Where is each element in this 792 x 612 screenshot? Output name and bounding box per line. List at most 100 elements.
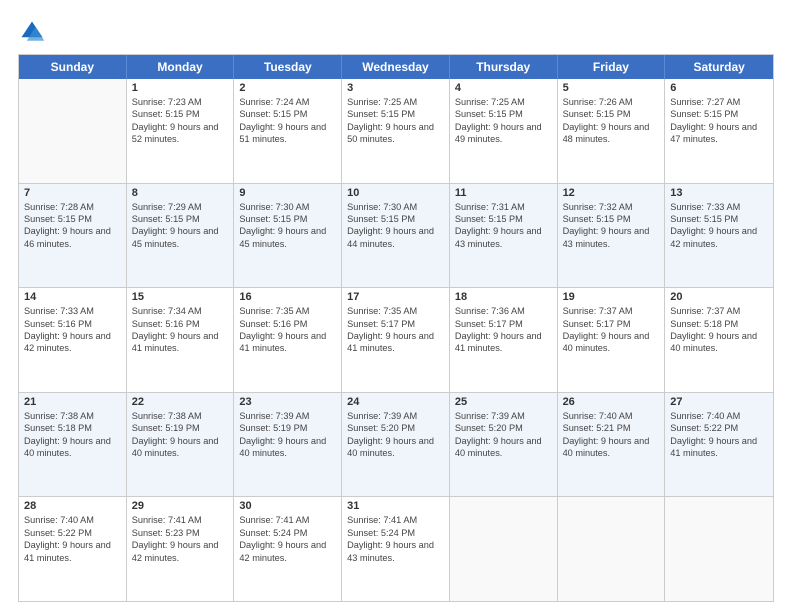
day-number: 4: [455, 82, 552, 94]
calendar-cell-r3c4: 25Sunrise: 7:39 AMSunset: 5:20 PMDayligh…: [450, 393, 558, 497]
day-number: 28: [24, 500, 121, 512]
day-number: 1: [132, 82, 229, 94]
sunset-text: Sunset: 5:15 PM: [670, 108, 768, 120]
sunrise-text: Sunrise: 7:25 AM: [347, 96, 444, 108]
sunrise-text: Sunrise: 7:39 AM: [239, 410, 336, 422]
sunset-text: Sunset: 5:15 PM: [455, 108, 552, 120]
calendar-cell-r3c0: 21Sunrise: 7:38 AMSunset: 5:18 PMDayligh…: [19, 393, 127, 497]
daylight-text: Daylight: 9 hours and 40 minutes.: [455, 435, 552, 460]
sunrise-text: Sunrise: 7:25 AM: [455, 96, 552, 108]
daylight-text: Daylight: 9 hours and 40 minutes.: [132, 435, 229, 460]
sunset-text: Sunset: 5:17 PM: [347, 318, 444, 330]
sunset-text: Sunset: 5:23 PM: [132, 527, 229, 539]
calendar-cell-r3c5: 26Sunrise: 7:40 AMSunset: 5:21 PMDayligh…: [558, 393, 666, 497]
sunrise-text: Sunrise: 7:37 AM: [670, 305, 768, 317]
sunrise-text: Sunrise: 7:33 AM: [670, 201, 768, 213]
daylight-text: Daylight: 9 hours and 42 minutes.: [24, 330, 121, 355]
daylight-text: Daylight: 9 hours and 41 minutes.: [455, 330, 552, 355]
daylight-text: Daylight: 9 hours and 43 minutes.: [455, 225, 552, 250]
sunset-text: Sunset: 5:15 PM: [24, 213, 121, 225]
calendar-cell-r1c5: 12Sunrise: 7:32 AMSunset: 5:15 PMDayligh…: [558, 184, 666, 288]
sunrise-text: Sunrise: 7:34 AM: [132, 305, 229, 317]
day-number: 2: [239, 82, 336, 94]
sunrise-text: Sunrise: 7:26 AM: [563, 96, 660, 108]
day-number: 7: [24, 187, 121, 199]
day-number: 18: [455, 291, 552, 303]
daylight-text: Daylight: 9 hours and 40 minutes.: [563, 330, 660, 355]
sunset-text: Sunset: 5:18 PM: [670, 318, 768, 330]
sunrise-text: Sunrise: 7:33 AM: [24, 305, 121, 317]
day-number: 8: [132, 187, 229, 199]
sunset-text: Sunset: 5:15 PM: [239, 108, 336, 120]
sunset-text: Sunset: 5:24 PM: [347, 527, 444, 539]
calendar-cell-r3c1: 22Sunrise: 7:38 AMSunset: 5:19 PMDayligh…: [127, 393, 235, 497]
calendar-cell-r2c0: 14 Sunrise: 7:33 AMSunset: 5:16 PMDayligh…: [19, 288, 127, 392]
calendar-cell-r4c4: [450, 497, 558, 601]
daylight-text: Daylight: 9 hours and 40 minutes.: [670, 330, 768, 355]
calendar-cell-r0c0: [19, 79, 127, 183]
daylight-text: Daylight: 9 hours and 40 minutes.: [24, 435, 121, 460]
calendar-cell-r4c3: 31 Sunrise: 7:41 AMSunset: 5:24 PMDayligh…: [342, 497, 450, 601]
calendar-cell-r4c1: 29Sunrise: 7:41 AMSunset: 5:23 PMDayligh…: [127, 497, 235, 601]
daylight-text: Daylight: 9 hours and 48 minutes.: [563, 121, 660, 146]
sunrise-text: Sunrise: 7:36 AM: [455, 305, 552, 317]
calendar-cell-r0c2: 2Sunrise: 7:24 AMSunset: 5:15 PMDaylight…: [234, 79, 342, 183]
daylight-text: Daylight: 9 hours and 44 minutes.: [347, 225, 444, 250]
calendar-cell-r4c2: 30Sunrise: 7:41 AMSunset: 5:24 PMDayligh…: [234, 497, 342, 601]
daylight-text: Daylight: 9 hours and 49 minutes.: [455, 121, 552, 146]
daylight-text: Daylight: 9 hours and 41 minutes.: [670, 435, 768, 460]
sunset-text: Sunset: 5:16 PM: [24, 318, 121, 330]
calendar-row-0: 1Sunrise: 7:23 AMSunset: 5:15 PMDaylight…: [19, 79, 773, 183]
sunset-text: Sunset: 5:20 PM: [347, 422, 444, 434]
calendar-cell-r2c5: 19Sunrise: 7:37 AMSunset: 5:17 PMDayligh…: [558, 288, 666, 392]
day-number: 14: [24, 291, 121, 303]
day-number: 29: [132, 500, 229, 512]
sunrise-text: Sunrise: 7:30 AM: [239, 201, 336, 213]
calendar-cell-r2c3: 17Sunrise: 7:35 AMSunset: 5:17 PMDayligh…: [342, 288, 450, 392]
daylight-text: Daylight: 9 hours and 42 minutes.: [670, 225, 768, 250]
sunrise-text: Sunrise: 7:32 AM: [563, 201, 660, 213]
day-number: 26: [563, 396, 660, 408]
header-day-sunday: Sunday: [19, 55, 127, 79]
sunrise-text: Sunrise: 7:30 AM: [347, 201, 444, 213]
sunrise-text: Sunrise: 7:39 AM: [347, 410, 444, 422]
sunrise-text: Sunrise: 7:28 AM: [24, 201, 121, 213]
daylight-text: Daylight: 9 hours and 40 minutes.: [563, 435, 660, 460]
calendar-cell-r1c6: 13Sunrise: 7:33 AMSunset: 5:15 PMDayligh…: [665, 184, 773, 288]
calendar-row-3: 21Sunrise: 7:38 AMSunset: 5:18 PMDayligh…: [19, 392, 773, 497]
sunset-text: Sunset: 5:15 PM: [239, 213, 336, 225]
day-number: 6: [670, 82, 768, 94]
sunset-text: Sunset: 5:17 PM: [455, 318, 552, 330]
day-number: 21: [24, 396, 121, 408]
sunrise-text: Sunrise: 7:27 AM: [670, 96, 768, 108]
logo-icon: [18, 18, 46, 46]
sunset-text: Sunset: 5:17 PM: [563, 318, 660, 330]
sunrise-text: Sunrise: 7:23 AM: [132, 96, 229, 108]
sunset-text: Sunset: 5:22 PM: [24, 527, 121, 539]
calendar-header: SundayMondayTuesdayWednesdayThursdayFrid…: [19, 55, 773, 79]
calendar-cell-r1c4: 11 Sunrise: 7:31 AMSunset: 5:15 PMDayligh…: [450, 184, 558, 288]
page: SundayMondayTuesdayWednesdayThursdayFrid…: [0, 0, 792, 612]
day-number: 5: [563, 82, 660, 94]
sunrise-text: Sunrise: 7:41 AM: [347, 514, 444, 526]
daylight-text: Daylight: 9 hours and 43 minutes.: [347, 539, 444, 564]
sunset-text: Sunset: 5:15 PM: [455, 213, 552, 225]
calendar-row-1: 7Sunrise: 7:28 AMSunset: 5:15 PMDaylight…: [19, 183, 773, 288]
sunrise-text: Sunrise: 7:35 AM: [347, 305, 444, 317]
daylight-text: Daylight: 9 hours and 41 minutes.: [239, 330, 336, 355]
calendar: SundayMondayTuesdayWednesdayThursdayFrid…: [18, 54, 774, 602]
sunset-text: Sunset: 5:24 PM: [239, 527, 336, 539]
day-number: 25: [455, 396, 552, 408]
header-day-saturday: Saturday: [665, 55, 773, 79]
daylight-text: Daylight: 9 hours and 45 minutes.: [132, 225, 229, 250]
day-number: 31: [347, 500, 444, 512]
sunrise-text: Sunrise: 7:38 AM: [132, 410, 229, 422]
day-number: 23: [239, 396, 336, 408]
header-day-friday: Friday: [558, 55, 666, 79]
daylight-text: Daylight: 9 hours and 41 minutes.: [24, 539, 121, 564]
day-number: 11: [455, 187, 552, 199]
day-number: 30: [239, 500, 336, 512]
calendar-cell-r2c1: 15Sunrise: 7:34 AMSunset: 5:16 PMDayligh…: [127, 288, 235, 392]
sunset-text: Sunset: 5:18 PM: [24, 422, 121, 434]
sunrise-text: Sunrise: 7:31 AM: [455, 201, 552, 213]
